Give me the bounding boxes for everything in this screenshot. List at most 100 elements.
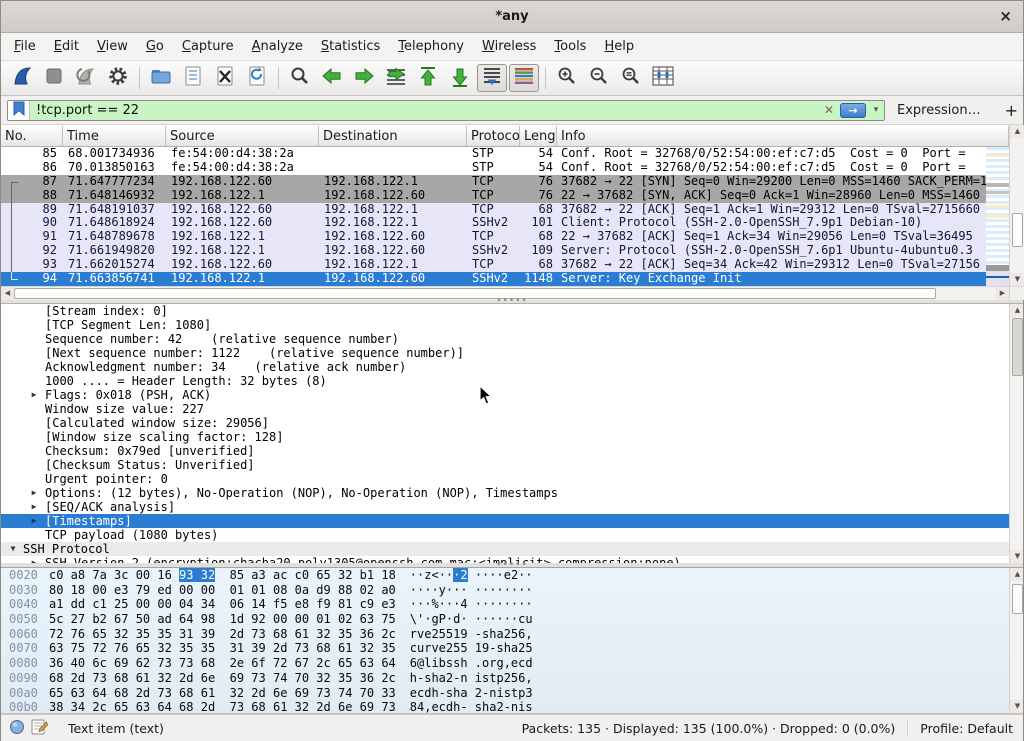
go-to-packet-button[interactable]: [381, 64, 411, 92]
menu-edit[interactable]: Edit: [45, 35, 88, 58]
go-forward-button[interactable]: [349, 64, 379, 92]
packet-row-89[interactable]: 8971.648191037192.168.122.60192.168.122.…: [1, 203, 986, 217]
ascii-bytes[interactable]: 6@libssh .org,ecd: [410, 656, 533, 671]
filter-apply-button[interactable]: →: [840, 103, 866, 118]
bytes-vscrollbar[interactable]: ▲ ▼: [1009, 568, 1023, 713]
capture-comment-button[interactable]: [31, 718, 48, 738]
reload-file-button[interactable]: [242, 64, 272, 92]
hex-bytes[interactable]: 80 18 00 e3 79 ed 00 00 01 01 08 0a d9 8…: [49, 583, 396, 598]
hex-row[interactable]: 00505c 27 b2 67 50 ad 64 98 1d 92 00 00 …: [1, 612, 1023, 627]
filter-value[interactable]: !tcp.port == 22: [30, 103, 820, 118]
detail-line[interactable]: ▶[SEQ/ACK analysis]: [1, 500, 1009, 514]
ascii-bytes[interactable]: ···%···4 ········: [410, 597, 533, 612]
filter-bookmark-button[interactable]: [8, 101, 30, 120]
display-filter-input[interactable]: !tcp.port == 22 ✕ → ▾: [7, 100, 885, 121]
find-packet-button[interactable]: [285, 64, 315, 92]
packet-row-92[interactable]: 9271.661949820192.168.122.1192.168.122.6…: [1, 244, 986, 258]
scroll-up-arrow[interactable]: ▲: [1010, 125, 1024, 138]
detail-line[interactable]: [Window size scaling factor: 128]: [1, 430, 1009, 444]
add-filter-button[interactable]: +: [1005, 101, 1018, 120]
hex-bytes[interactable]: 65 63 64 68 2d 73 68 61 32 2d 6e 69 73 7…: [49, 686, 396, 701]
restart-capture-button[interactable]: [71, 64, 101, 92]
packet-row-87[interactable]: 8771.647777234192.168.122.60192.168.122.…: [1, 175, 986, 189]
packet-row-85[interactable]: 8568.001734936fe:54:00:d4:38:2aSTP54Conf…: [1, 147, 986, 161]
column-header-destination[interactable]: Destination: [319, 126, 467, 146]
column-header-no[interactable]: No.: [1, 126, 63, 146]
hex-row[interactable]: 006072 76 65 32 35 35 31 39 2d 73 68 61 …: [1, 627, 1023, 642]
hex-row[interactable]: 008036 40 6c 69 62 73 73 68 2e 6f 72 67 …: [1, 656, 1023, 671]
detail-line[interactable]: Urgent pointer: 0: [1, 472, 1009, 486]
expanded-arrow-icon[interactable]: ▼: [7, 542, 19, 556]
detail-line[interactable]: Checksum: 0x79ed [unverified]: [1, 444, 1009, 458]
packet-row-94[interactable]: 9471.663856741192.168.122.1192.168.122.6…: [1, 272, 986, 286]
close-file-button[interactable]: [210, 64, 240, 92]
expert-info-button[interactable]: [9, 719, 25, 738]
hex-row[interactable]: 0040a1 dd c1 25 00 00 04 34 06 14 f5 e8 …: [1, 597, 1023, 612]
hex-bytes[interactable]: a1 dd c1 25 00 00 04 34 06 14 f5 e8 f9 8…: [49, 597, 396, 612]
packet-row-88[interactable]: 8871.648146932192.168.122.1192.168.122.6…: [1, 189, 986, 203]
hex-bytes[interactable]: 63 75 72 76 65 32 35 35 31 39 2d 73 68 6…: [49, 641, 396, 656]
ascii-bytes[interactable]: ··z<···2 ····e2··: [410, 568, 533, 583]
ascii-bytes[interactable]: 84,ecdh- sha2-nis: [410, 700, 533, 714]
collapsed-arrow-icon[interactable]: ▶: [28, 486, 40, 500]
detail-line[interactable]: Sequence number: 42 (relative sequence n…: [1, 332, 1009, 346]
ascii-bytes[interactable]: curve255 19-sha25: [410, 641, 533, 656]
menu-tools[interactable]: Tools: [545, 35, 595, 58]
zoom-100-button[interactable]: [616, 64, 646, 92]
packet-list-minimap[interactable]: [986, 147, 1009, 286]
colorize-button[interactable]: [509, 64, 539, 92]
scrollbar-thumb[interactable]: [1012, 318, 1023, 376]
hex-bytes[interactable]: c0 a8 7a 3c 00 16 93 32 85 a3 ac c0 65 3…: [49, 568, 396, 583]
start-capture-button[interactable]: [7, 64, 37, 92]
ascii-bytes[interactable]: rve25519 -sha256,: [410, 627, 533, 642]
scroll-up-arrow[interactable]: ▲: [1010, 304, 1023, 317]
filter-clear-button[interactable]: ✕: [820, 103, 838, 117]
detail-line[interactable]: Acknowledgment number: 34 (relative ack …: [1, 360, 1009, 374]
collapsed-arrow-icon[interactable]: ▶: [28, 514, 40, 528]
scrollbar-thumb[interactable]: [1012, 213, 1023, 247]
detail-line[interactable]: 1000 .... = Header Length: 32 bytes (8): [1, 374, 1009, 388]
hex-bytes[interactable]: 72 76 65 32 35 35 31 39 2d 73 68 61 32 3…: [49, 627, 396, 642]
detail-line[interactable]: [Next sequence number: 1122 (relative se…: [1, 346, 1009, 360]
hex-row[interactable]: 00b038 34 2c 65 63 64 68 2d 73 68 61 32 …: [1, 700, 1023, 714]
packet-list-vscrollbar[interactable]: ▲ ▼: [1009, 125, 1024, 286]
hex-bytes[interactable]: 68 2d 73 68 61 32 2d 6e 69 73 74 70 32 3…: [49, 671, 396, 686]
go-last-button[interactable]: [445, 64, 475, 92]
packet-row-90[interactable]: 9071.648618924192.168.122.60192.168.122.…: [1, 216, 986, 230]
detail-line[interactable]: ▼SSH Protocol: [1, 542, 1009, 556]
packet-list-header[interactable]: No.TimeSourceDestinationProtocolLengthIn…: [1, 125, 1009, 147]
scroll-right-arrow[interactable]: ▶: [996, 287, 1009, 300]
hex-row[interactable]: 007063 75 72 76 65 32 35 35 31 39 2d 73 …: [1, 641, 1023, 656]
menu-help[interactable]: Help: [595, 35, 643, 58]
hex-bytes[interactable]: 5c 27 b2 67 50 ad 64 98 1d 92 00 00 01 0…: [49, 612, 396, 627]
scrollbar-thumb[interactable]: [14, 288, 936, 299]
detail-line[interactable]: [Calculated window size: 29056]: [1, 416, 1009, 430]
zoom-in-button[interactable]: [552, 64, 582, 92]
hex-row[interactable]: 009068 2d 73 68 61 32 2d 6e 69 73 74 70 …: [1, 671, 1023, 686]
detail-line[interactable]: [TCP Segment Len: 1080]: [1, 318, 1009, 332]
menu-view[interactable]: View: [88, 35, 137, 58]
packet-row-91[interactable]: 9171.648789678192.168.122.1192.168.122.6…: [1, 230, 986, 244]
collapsed-arrow-icon[interactable]: ▶: [28, 388, 40, 402]
column-header-source[interactable]: Source: [166, 126, 319, 146]
packet-row-93[interactable]: 9371.662015274192.168.122.60192.168.122.…: [1, 258, 986, 272]
details-vscrollbar[interactable]: ▲ ▼: [1009, 304, 1023, 563]
capture-options-button[interactable]: [103, 64, 133, 92]
title-bar[interactable]: *any ×: [1, 1, 1023, 33]
auto-scroll-button[interactable]: [477, 64, 507, 92]
stop-capture-button[interactable]: [39, 64, 69, 92]
scrollbar-thumb[interactable]: [1012, 584, 1023, 614]
hex-row[interactable]: 003080 18 00 e3 79 ed 00 00 01 01 08 0a …: [1, 583, 1023, 598]
ascii-bytes[interactable]: ecdh-sha 2-nistp3: [410, 686, 533, 701]
go-first-button[interactable]: [413, 64, 443, 92]
hex-bytes[interactable]: 38 34 2c 65 63 64 68 2d 73 68 61 32 2d 6…: [49, 700, 396, 714]
detail-line[interactable]: ▶Flags: 0x018 (PSH, ACK): [1, 388, 1009, 402]
detail-line[interactable]: TCP payload (1080 bytes): [1, 528, 1009, 542]
scroll-up-arrow[interactable]: ▲: [1010, 568, 1023, 581]
menu-statistics[interactable]: Statistics: [312, 35, 389, 58]
column-header-info[interactable]: Info: [557, 126, 1009, 146]
profile-label[interactable]: Profile: Default: [920, 721, 1013, 736]
ascii-bytes[interactable]: \'·gP·d· ······cu: [410, 612, 533, 627]
close-window-button[interactable]: ×: [999, 7, 1012, 25]
hex-row[interactable]: 0020c0 a8 7a 3c 00 16 93 32 85 a3 ac c0 …: [1, 568, 1023, 583]
